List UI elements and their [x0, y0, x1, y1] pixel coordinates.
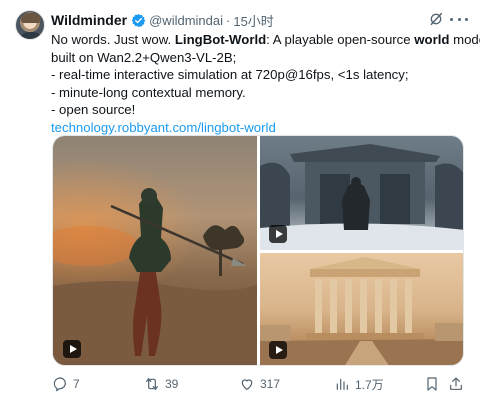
- heart-icon: [241, 379, 253, 390]
- like-count: 317: [260, 377, 281, 391]
- retweet-button[interactable]: 39: [144, 374, 178, 394]
- media-video-3[interactable]: [260, 253, 463, 365]
- tweet-link[interactable]: technology.robbyant.com/lingbot-world: [51, 119, 471, 137]
- play-icon[interactable]: [269, 341, 287, 359]
- warrior-scene: [53, 188, 257, 365]
- views-icon: [336, 378, 348, 390]
- text-line-2: built on Wan2.2+Qwen3-VL-2B;: [51, 49, 237, 65]
- views-button[interactable]: 1.7万: [334, 374, 384, 394]
- bookmark-icon: [427, 377, 437, 391]
- text-bold: world: [414, 32, 450, 47]
- like-button[interactable]: 317: [239, 374, 280, 394]
- action-bar: 7 39 317 1.7万: [52, 374, 466, 394]
- media-grid: [52, 135, 464, 366]
- parthenon-scene: [260, 257, 463, 365]
- grok-icon[interactable]: [428, 11, 444, 27]
- tweet-header: Wildminder @wildmindai · 15小时: [51, 11, 274, 29]
- tweet-text: No words. Just wow. LingBot-World: A pla…: [51, 31, 480, 137]
- play-icon[interactable]: [269, 225, 287, 243]
- text-bold: LingBot-World: [174, 32, 267, 47]
- author-name[interactable]: Wildminder: [51, 12, 127, 28]
- avatar-hair: [21, 13, 41, 23]
- retweet-icon: [146, 378, 158, 390]
- temple-snow-scene: [260, 144, 463, 250]
- play-icon[interactable]: [63, 340, 81, 358]
- media-video-1[interactable]: [53, 136, 257, 365]
- text-segment: : A playable open-source: [266, 32, 415, 47]
- text-segment: No words. Just wow.: [51, 32, 175, 47]
- separator-dot: ·: [226, 12, 231, 28]
- media-video-2[interactable]: [260, 136, 463, 250]
- text-line-5: - open source!: [51, 102, 136, 117]
- bookmark-button[interactable]: [424, 374, 440, 394]
- avatar[interactable]: [15, 10, 45, 40]
- text-segment: model: [453, 32, 480, 47]
- reply-icon: [53, 377, 66, 392]
- author-handle[interactable]: @wildmindai: [149, 13, 223, 28]
- reply-button[interactable]: 7: [52, 374, 80, 394]
- reply-count: 7: [73, 377, 80, 391]
- timestamp[interactable]: 15小时: [233, 11, 273, 30]
- verified-badge-icon: [131, 13, 146, 27]
- avatar-shirt: [19, 32, 43, 39]
- share-button[interactable]: [448, 374, 464, 394]
- views-count: 1.7万: [355, 377, 384, 392]
- text-line-3: - real-time interactive simulation at 72…: [51, 67, 409, 82]
- retweet-count: 39: [165, 377, 179, 391]
- text-line-1: No words. Just wow. LingBot-World: A pla…: [51, 31, 480, 49]
- text-line-4: - minute-long contextual memory.: [51, 84, 246, 100]
- share-icon: [450, 377, 462, 390]
- more-icon[interactable]: [450, 12, 468, 26]
